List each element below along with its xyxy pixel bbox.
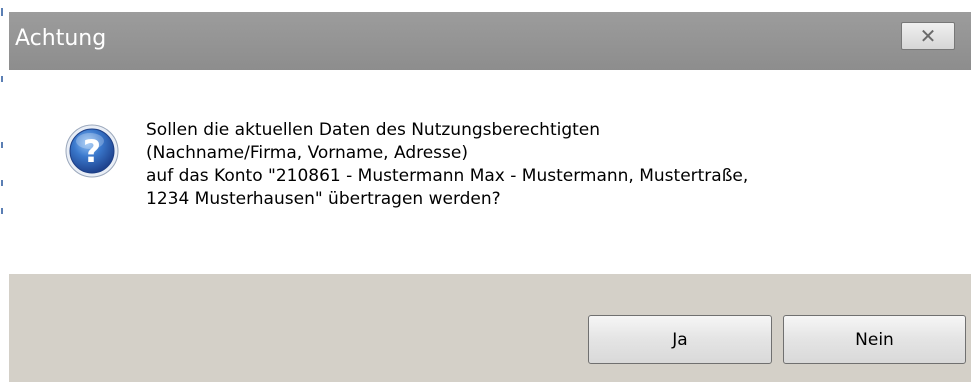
- dialog-content: ? Sollen die aktuellen Daten des Nutzung…: [9, 70, 971, 274]
- question-icon: ?: [64, 123, 120, 179]
- close-button[interactable]: ✕: [901, 22, 955, 50]
- message-line: auf das Konto "210861 - Mustermann Max -…: [146, 166, 749, 186]
- svg-text:?: ?: [83, 134, 101, 170]
- dialog-button-bar: Ja Nein: [9, 274, 971, 382]
- edge-mark: [1, 8, 3, 16]
- edge-mark: [1, 208, 3, 214]
- message-dialog: Achtung ✕ ? Sollen die aktuellen Daten d…: [9, 12, 971, 382]
- background-window-edge: [0, 0, 9, 381]
- message-line: (Nachname/Firma, Vorname, Adresse): [146, 143, 468, 163]
- dialog-title: Achtung: [15, 26, 107, 51]
- edge-mark: [1, 76, 3, 82]
- dialog-titlebar[interactable]: Achtung ✕: [9, 12, 971, 70]
- edge-mark: [1, 142, 3, 148]
- message-line: 1234 Musterhausen" übertragen werden?: [146, 189, 501, 209]
- message-line: Sollen die aktuellen Daten des Nutzungsb…: [146, 120, 601, 140]
- close-icon: ✕: [919, 24, 937, 48]
- no-button[interactable]: Nein: [783, 315, 966, 364]
- edge-mark: [1, 180, 3, 186]
- dialog-message: Sollen die aktuellen Daten des Nutzungsb…: [146, 119, 946, 211]
- yes-button[interactable]: Ja: [588, 315, 772, 364]
